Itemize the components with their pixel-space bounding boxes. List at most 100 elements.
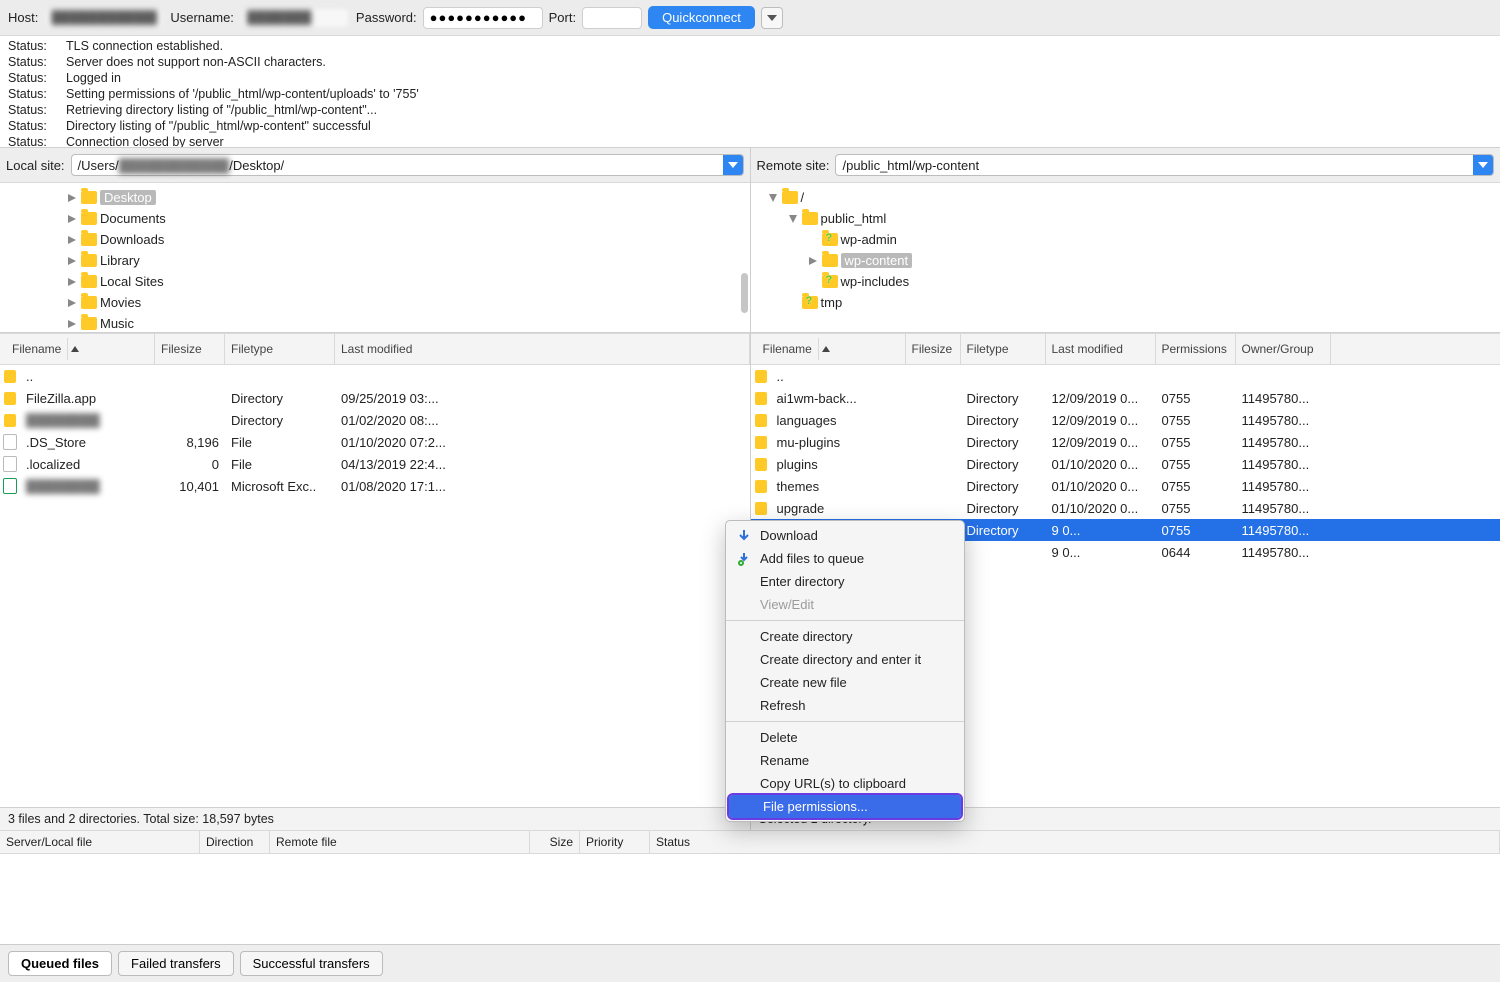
scrollbar-thumb[interactable] xyxy=(741,273,748,313)
host-input[interactable] xyxy=(44,7,164,29)
queue-area xyxy=(0,854,1500,944)
tree-label: Documents xyxy=(100,211,166,226)
file-row[interactable]: FileZilla.appDirectory09/25/2019 03:... xyxy=(0,387,750,409)
file-row[interactable]: themesDirectory01/10/2020 0...0755114957… xyxy=(751,475,1500,497)
file-row[interactable]: .localized0File04/13/2019 22:4... xyxy=(0,453,750,475)
menu-item[interactable]: Copy URL(s) to clipboard xyxy=(726,772,964,795)
menu-item[interactable]: Create directory and enter it xyxy=(726,648,964,671)
status-log: Status:TLS connection established.Status… xyxy=(0,36,1500,148)
folder-icon xyxy=(822,254,838,267)
disclosure-triangle-icon[interactable] xyxy=(66,192,78,204)
file-row[interactable]: upgradeDirectory01/10/2020 0...075511495… xyxy=(751,497,1500,519)
disclosure-triangle-icon[interactable] xyxy=(66,297,78,309)
log-message: Logged in xyxy=(66,70,121,86)
menu-item[interactable]: File permissions... xyxy=(729,795,961,818)
username-label: Username: xyxy=(170,10,234,25)
local-pane: Local site: /Users/████████████/Desktop/… xyxy=(0,148,751,830)
tree-label: Local Sites xyxy=(100,274,164,289)
tree-item[interactable]: Movies xyxy=(6,292,744,313)
folder-icon xyxy=(81,275,97,288)
tree-item[interactable]: Downloads xyxy=(6,229,744,250)
file-icon xyxy=(3,478,17,494)
chevron-down-icon[interactable] xyxy=(723,155,743,175)
folder-icon xyxy=(755,436,767,449)
file-row[interactable]: languagesDirectory12/09/2019 0...0755114… xyxy=(751,409,1500,431)
tree-label: / xyxy=(801,190,805,205)
menu-item[interactable]: Rename xyxy=(726,749,964,772)
tree-item[interactable]: wp-admin xyxy=(757,229,1495,250)
tree-item[interactable]: / xyxy=(757,187,1495,208)
folder-icon xyxy=(802,212,818,225)
menu-label: Create directory and enter it xyxy=(760,652,921,667)
menu-item[interactable]: Delete xyxy=(726,726,964,749)
menu-label: Create directory xyxy=(760,629,852,644)
quickconnect-dropdown[interactable] xyxy=(761,7,783,29)
tree-item[interactable]: Desktop xyxy=(6,187,744,208)
chevron-down-icon[interactable] xyxy=(1473,155,1493,175)
remote-directory-tree[interactable]: / public_htmlwp-admin wp-content wp-include… xyxy=(751,183,1500,333)
file-row[interactable]: mu-pluginsDirectory12/09/2019 0...075511… xyxy=(751,431,1500,453)
port-input[interactable] xyxy=(582,7,642,29)
disclosure-triangle-icon[interactable] xyxy=(66,234,78,246)
log-message: Directory listing of "/public_html/wp-co… xyxy=(66,118,371,134)
file-row[interactable]: ████████10,401Microsoft Exc..01/08/2020 … xyxy=(0,475,750,497)
tree-label: wp-content xyxy=(841,253,913,268)
tree-item[interactable]: Local Sites xyxy=(6,271,744,292)
remote-site-label: Remote site: xyxy=(757,158,830,173)
tab-successful-transfers[interactable]: Successful transfers xyxy=(240,951,383,976)
context-menu: DownloadAdd files to queue Enter director… xyxy=(725,520,965,822)
remote-column-header[interactable]: Filename Filesize Filetype Last modified… xyxy=(751,333,1500,365)
menu-item[interactable]: Create new file xyxy=(726,671,964,694)
tab-queued-files[interactable]: Queued files xyxy=(8,951,112,976)
folder-icon xyxy=(755,392,767,405)
disclosure-triangle-icon[interactable] xyxy=(66,255,78,267)
disclosure-triangle-icon[interactable] xyxy=(66,318,78,330)
log-key: Status: xyxy=(8,38,66,54)
disclosure-triangle-icon[interactable] xyxy=(66,213,78,225)
disclosure-triangle-icon[interactable] xyxy=(767,192,779,204)
file-row[interactable]: pluginsDirectory01/10/2020 0...075511495… xyxy=(751,453,1500,475)
tree-item[interactable]: wp-content xyxy=(757,250,1495,271)
file-row[interactable]: .. xyxy=(0,365,750,387)
local-file-list[interactable]: ..FileZilla.appDirectory09/25/2019 03:..… xyxy=(0,365,750,807)
file-row[interactable]: ████████Directory01/02/2020 08:... xyxy=(0,409,750,431)
disclosure-triangle-icon[interactable] xyxy=(66,276,78,288)
tree-item[interactable]: Music xyxy=(6,313,744,333)
add-to-queue-icon xyxy=(736,552,752,566)
menu-item[interactable]: Refresh xyxy=(726,694,964,717)
disclosure-triangle-icon[interactable] xyxy=(807,255,819,267)
tab-failed-transfers[interactable]: Failed transfers xyxy=(118,951,234,976)
menu-item[interactable]: Create directory xyxy=(726,625,964,648)
local-site-label: Local site: xyxy=(6,158,65,173)
menu-item[interactable]: Download xyxy=(726,524,964,547)
tree-item[interactable]: Library xyxy=(6,250,744,271)
menu-item[interactable]: Add files to queue xyxy=(726,547,964,570)
password-input[interactable] xyxy=(423,7,543,29)
log-message: Setting permissions of '/public_html/wp-… xyxy=(66,86,419,102)
file-row[interactable]: .. xyxy=(751,365,1500,387)
quickconnect-button[interactable]: Quickconnect xyxy=(648,6,755,29)
tree-label: Library xyxy=(100,253,140,268)
local-path-combo[interactable]: /Users/████████████/Desktop/ xyxy=(71,154,744,176)
menu-item[interactable]: Enter directory xyxy=(726,570,964,593)
tree-item[interactable]: Documents xyxy=(6,208,744,229)
remote-path-combo[interactable]: /public_html/wp-content xyxy=(835,154,1494,176)
file-row[interactable]: .DS_Store8,196File01/10/2020 07:2... xyxy=(0,431,750,453)
file-icon xyxy=(3,434,17,450)
local-directory-tree[interactable]: Desktop Documents Downloads Library Local Si… xyxy=(0,183,750,333)
menu-label: View/Edit xyxy=(760,597,814,612)
file-row[interactable]: ai1wm-back...Directory12/09/2019 0...075… xyxy=(751,387,1500,409)
folder-icon xyxy=(4,370,16,383)
tree-item[interactable]: tmp xyxy=(757,292,1495,313)
bottom-tabs: Queued files Failed transfers Successful… xyxy=(0,944,1500,982)
folder-icon xyxy=(81,233,97,246)
username-input[interactable] xyxy=(240,7,350,29)
tree-item[interactable]: wp-includes xyxy=(757,271,1495,292)
disclosure-triangle-icon[interactable] xyxy=(787,213,799,225)
menu-label: Enter directory xyxy=(760,574,845,589)
local-column-header[interactable]: Filename Filesize Filetype Last modified xyxy=(0,333,750,365)
queue-column-header[interactable]: Server/Local file Direction Remote file … xyxy=(0,830,1500,854)
tree-item[interactable]: public_html xyxy=(757,208,1495,229)
menu-label: Delete xyxy=(760,730,798,745)
folder-icon xyxy=(755,480,767,493)
